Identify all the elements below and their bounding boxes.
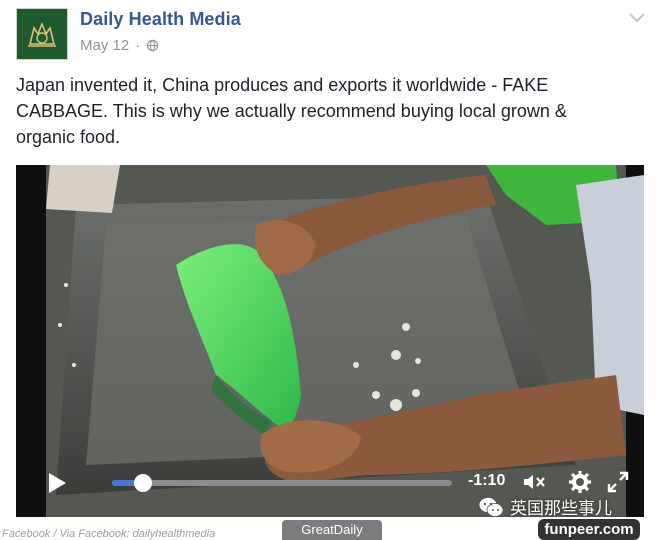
mute-icon[interactable]: [522, 470, 546, 494]
post-text: Japan invented it, China produces and ex…: [16, 75, 567, 147]
page-name-link[interactable]: Daily Health Media: [80, 9, 241, 30]
fullscreen-icon[interactable]: [606, 470, 630, 494]
post-meta: May 12 ·: [80, 37, 159, 54]
progress-scrubber[interactable]: [133, 474, 152, 492]
progress-bar[interactable]: [112, 474, 452, 492]
funpeer-badge: funpeer.com: [538, 519, 640, 540]
chevron-down-icon[interactable]: [628, 12, 646, 24]
wechat-icon: [478, 496, 504, 517]
play-icon[interactable]: [46, 472, 68, 494]
source-credit: Facebook / Via Facebook: dailyhealthmedi…: [2, 528, 216, 540]
page-avatar[interactable]: [16, 8, 68, 60]
time-remaining: -1:10: [468, 472, 506, 489]
wechat-watermark: 英国那些事儿: [478, 494, 612, 519]
settings-icon[interactable]: [568, 470, 592, 494]
greatdaily-tab: GreatDaily: [282, 520, 382, 540]
post-date[interactable]: May 12: [80, 37, 129, 54]
crest-logo-icon: [28, 21, 56, 47]
globe-icon[interactable]: [146, 39, 159, 52]
wechat-account-name: 英国那些事儿: [510, 499, 612, 518]
meta-separator: ·: [135, 37, 141, 54]
